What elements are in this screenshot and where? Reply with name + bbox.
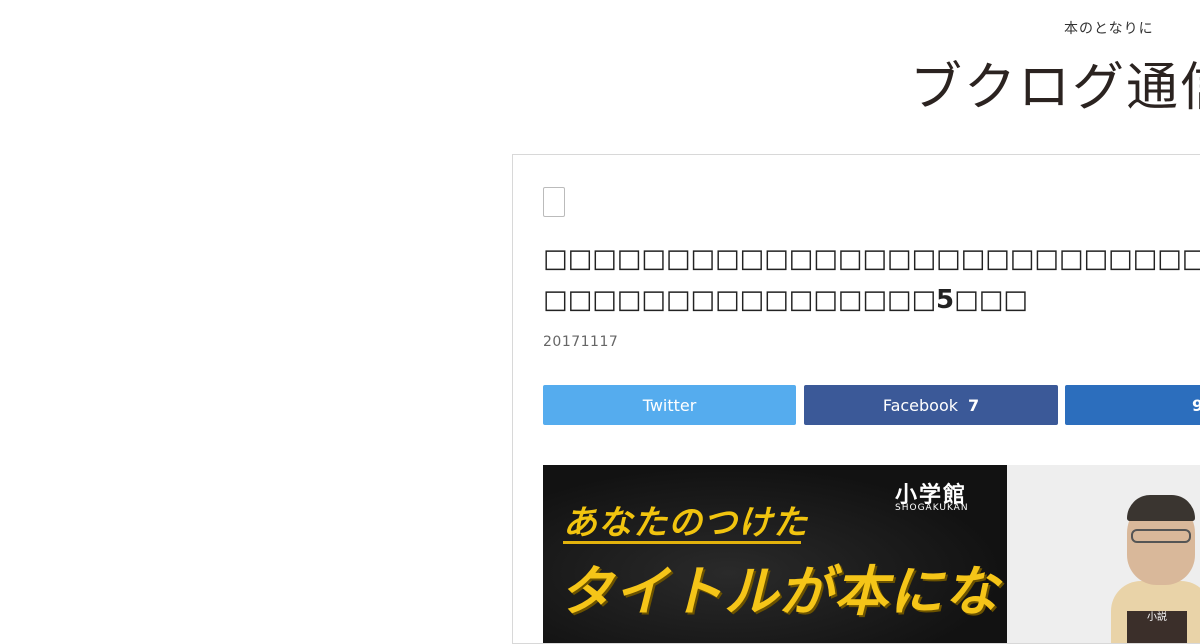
article-title: □□□□□□□□□□□□□□□□□□□□□□□□□□□□X□□□□□□ □□□□…	[543, 244, 1200, 315]
book-cover-label: 小説	[1127, 611, 1187, 643]
article-card: □□□□□□□□□□□□□□□□□□□□□□□□□□□□X□□□□□□ □□□□…	[512, 154, 1200, 644]
facebook-share-label: Facebook	[882, 395, 959, 415]
twitter-share-label: Twitter	[642, 395, 697, 415]
site-logo[interactable]: ブクログ通信	[910, 58, 1200, 118]
facebook-share-button[interactable]: Facebook 7	[804, 385, 1058, 425]
twitter-share-button[interactable]: Twitter	[543, 385, 796, 425]
hatena-share-button[interactable]: 9	[1065, 385, 1200, 425]
hatena-share-count: 9	[1192, 396, 1200, 415]
banner-headline-line1: あなたのつけた	[563, 503, 808, 543]
banner-portrait-area: 小説	[1007, 465, 1200, 643]
share-bar: Twitter Facebook 7 9	[543, 385, 1200, 425]
banner-publisher-en: SHOGAKUKAN	[895, 503, 969, 513]
banner-headline-line2: タイトルが本になる!	[559, 560, 1080, 623]
site-tagline: 本のとなりに	[1064, 21, 1154, 37]
facebook-share-count: 7	[968, 395, 980, 415]
banner-underline	[563, 541, 801, 544]
article-date: 20171117	[543, 334, 619, 350]
glasses-icon	[1131, 529, 1191, 543]
hero-banner-image[interactable]: 小学館 SHOGAKUKAN あなたのつけた タイトルが本になる! 小説	[543, 465, 1200, 643]
site-header: 本のとなりに ブクログ通信	[0, 0, 1200, 154]
portrait-hair	[1127, 495, 1195, 521]
category-badge[interactable]	[543, 187, 565, 217]
site-logo-text: ブクログ通信	[910, 58, 1200, 118]
